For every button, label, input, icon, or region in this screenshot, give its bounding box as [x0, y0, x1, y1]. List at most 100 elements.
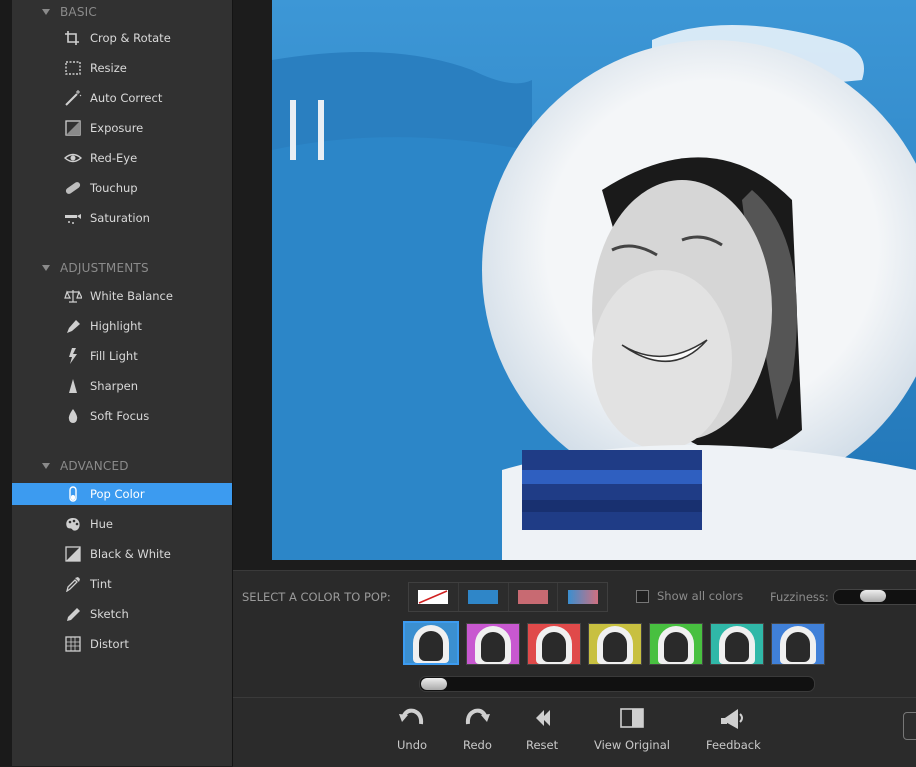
tool-exposure[interactable]: Exposure — [12, 117, 232, 139]
collapse-caret-icon — [42, 463, 50, 469]
swatch-chip — [468, 590, 499, 604]
preset-thumbnail[interactable] — [527, 623, 581, 665]
tool-label: Red-Eye — [90, 151, 138, 165]
section-title-advanced: ADVANCED — [60, 459, 129, 473]
sharpen-icon — [69, 379, 77, 393]
tool-tint[interactable]: Tint — [12, 573, 232, 595]
view-original-button[interactable]: View Original — [594, 706, 670, 752]
fuzziness-slider[interactable] — [833, 589, 916, 605]
bandage-icon — [65, 182, 81, 194]
thumbnail-scrollbar[interactable] — [419, 676, 815, 692]
tool-label: Saturation — [90, 211, 150, 225]
tool-label: Resize — [90, 61, 127, 75]
tool-label: Highlight — [90, 319, 142, 333]
section-advanced[interactable]: ADVANCED — [12, 455, 232, 477]
scale-icon — [64, 290, 82, 303]
feedback-button[interactable]: Feedback — [706, 706, 761, 752]
tool-label: Hue — [90, 517, 114, 531]
swatch-chip — [517, 590, 548, 604]
preset-thumbnail[interactable] — [588, 623, 642, 665]
reset-button[interactable]: Reset — [526, 706, 558, 752]
view-original-label: View Original — [594, 738, 670, 752]
preset-thumbnail[interactable] — [649, 623, 703, 665]
edge-button[interactable] — [903, 712, 916, 740]
preset-thumbnail[interactable] — [771, 623, 825, 665]
tool-soft-focus[interactable]: Soft Focus — [12, 405, 232, 427]
thumbnail-image — [466, 623, 520, 665]
canvas-area — [233, 0, 916, 570]
magic-wand-icon — [65, 90, 82, 106]
redo-button[interactable]: Redo — [463, 706, 492, 752]
color-swatches — [408, 582, 608, 612]
tool-touchup[interactable]: Touchup — [12, 177, 232, 199]
thumbnail-face — [542, 632, 566, 662]
distort-icon — [65, 636, 81, 652]
tool-red-eye[interactable]: Red-Eye — [12, 147, 232, 169]
tool-sharpen[interactable]: Sharpen — [12, 375, 232, 397]
tool-highlight[interactable]: Highlight — [12, 315, 232, 337]
swatch-gradient[interactable] — [558, 583, 607, 611]
swatch-blue[interactable] — [458, 583, 509, 611]
tool-black-white[interactable]: Black & White — [12, 543, 232, 565]
resize-icon — [65, 61, 81, 75]
pop-color-panel: SELECT A COLOR TO POP: Show all colors F… — [233, 570, 916, 697]
reset-label: Reset — [526, 738, 559, 752]
tool-label: Soft Focus — [90, 409, 150, 423]
section-adjustments[interactable]: ADJUSTMENTS — [12, 257, 232, 279]
thumbnail-face — [786, 632, 810, 662]
drop-icon — [68, 409, 78, 423]
thumbnail-image — [710, 623, 764, 665]
black-white-icon — [65, 546, 81, 562]
preset-thumbnail[interactable] — [710, 623, 764, 665]
tool-label: Exposure — [90, 121, 144, 135]
eyedropper-icon — [66, 577, 80, 592]
tool-hue[interactable]: Hue — [12, 513, 232, 535]
tool-white-balance[interactable]: White Balance — [12, 285, 232, 307]
preset-thumbnail[interactable] — [466, 623, 520, 665]
redo-label: Redo — [463, 738, 492, 752]
thumbnail-face — [664, 632, 688, 662]
tool-label: Fill Light — [90, 349, 138, 363]
no-color-icon — [418, 590, 449, 604]
tool-auto-correct[interactable]: Auto Correct — [12, 87, 232, 109]
redo-icon — [466, 708, 491, 725]
eye-icon — [64, 153, 82, 163]
bottom-toolbar: Undo Redo Reset View Original Feedback — [233, 697, 916, 767]
preset-thumbnail[interactable] — [403, 621, 459, 665]
tools-sidebar: BASIC Crop & Rotate Resize Auto Correct … — [12, 0, 233, 766]
checkbox-box[interactable] — [636, 589, 649, 603]
thumbnail-image — [649, 623, 703, 665]
show-all-label: Show all colors — [657, 589, 744, 603]
tool-crop-rotate[interactable]: Crop & Rotate — [12, 27, 232, 49]
palette-icon — [66, 518, 80, 531]
collapse-caret-icon — [42, 265, 50, 271]
reset-icon — [536, 710, 551, 726]
fuzziness-slider-thumb[interactable] — [860, 590, 886, 602]
collapse-caret-icon — [42, 9, 50, 15]
undo-button[interactable]: Undo — [397, 706, 427, 752]
thumbnail-image — [403, 621, 459, 665]
left-edge-strip — [0, 0, 12, 766]
tool-resize[interactable]: Resize — [12, 57, 232, 79]
saturation-icon — [65, 214, 81, 224]
tool-label: Black & White — [90, 547, 171, 561]
tool-sketch[interactable]: Sketch — [12, 603, 232, 625]
exposure-icon — [65, 120, 81, 136]
section-basic[interactable]: BASIC — [12, 1, 232, 23]
tool-label: Crop & Rotate — [90, 31, 171, 45]
thumbnail-face — [419, 631, 443, 661]
highlight-icon — [67, 320, 80, 333]
scrollbar-thumb[interactable] — [421, 678, 447, 690]
lightning-icon — [69, 348, 77, 364]
show-all-colors-checkbox[interactable]: Show all colors — [636, 589, 743, 603]
tool-fill-light[interactable]: Fill Light — [12, 345, 232, 367]
tool-pop-color[interactable]: Pop Color — [12, 483, 232, 505]
photo-preview[interactable] — [272, 0, 916, 560]
fuzziness-label: Fuzziness: — [770, 590, 829, 604]
megaphone-icon — [721, 709, 744, 729]
swatch-pink[interactable] — [508, 583, 559, 611]
section-title-adjustments: ADJUSTMENTS — [60, 261, 149, 275]
tool-distort[interactable]: Distort — [12, 633, 232, 655]
swatch-none[interactable] — [409, 583, 459, 611]
tool-saturation[interactable]: Saturation — [12, 207, 232, 229]
